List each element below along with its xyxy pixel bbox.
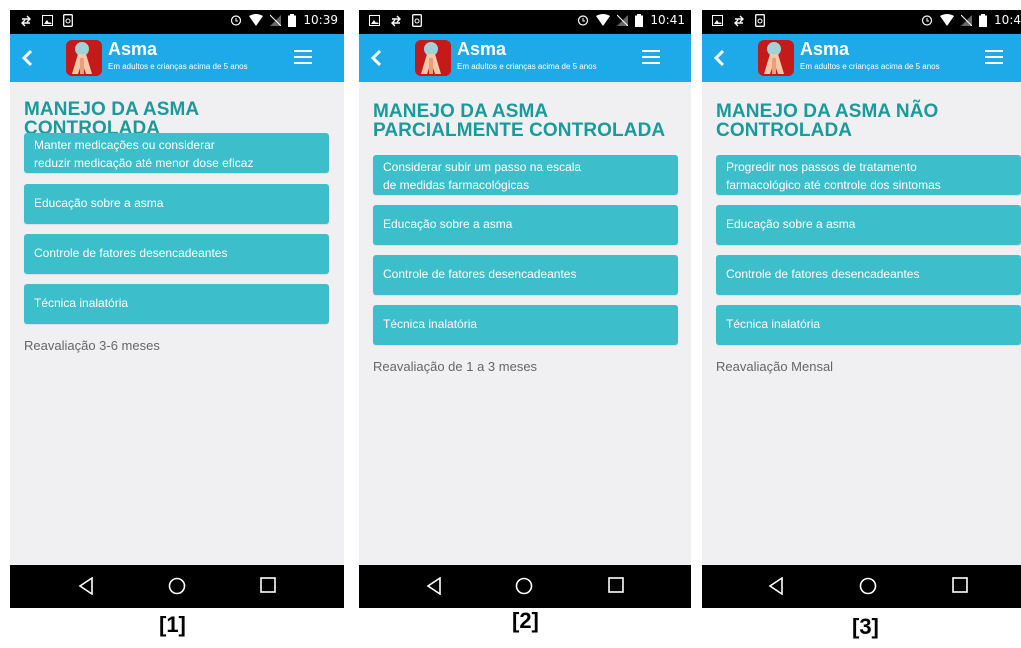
app-logo-icon	[415, 40, 451, 76]
card-text-line: Educação sobre a asma	[726, 217, 856, 231]
card-text-line: Manter medicações ou considerar	[34, 138, 215, 152]
caption-screen-2: [2]	[512, 608, 539, 633]
card-text-line: farmacológico até controle dos sintomas	[726, 178, 941, 192]
navigation-bar	[359, 565, 691, 608]
app-subtitle: Em adultos e crianças acima de 5 anos	[800, 62, 940, 71]
app-logo-icon	[66, 40, 102, 76]
app-title: Asma	[800, 39, 850, 59]
image-icon	[42, 15, 53, 26]
page-title-line: CONTROLADA	[716, 120, 853, 141]
app-bar: Asma Em adultos e crianças acima de 5 an…	[359, 34, 691, 82]
card-text-line: Considerar subir um passo na escala	[383, 160, 582, 174]
card-text-line: de medidas farmacológicas	[383, 178, 530, 192]
home-circle-icon[interactable]	[168, 577, 186, 595]
screen-1: 10:39 Asma Em adultos e crianças acima d…	[10, 10, 344, 608]
battery-icon	[979, 13, 988, 27]
page-title-line: PARCIALMENTE CONTROLADA	[373, 120, 666, 141]
caption-screen-3: [3]	[852, 614, 879, 639]
phone-sync-icon	[755, 14, 765, 27]
wifi-icon	[249, 14, 264, 26]
app-logo-icon	[758, 40, 794, 76]
status-time: 10:39	[303, 13, 338, 27]
menu-icon[interactable]	[985, 50, 1003, 66]
back-arrow-icon[interactable]	[710, 46, 730, 70]
menu-icon[interactable]	[294, 50, 312, 66]
battery-icon	[288, 13, 297, 27]
card-text-line: Técnica inalatória	[383, 317, 478, 331]
card-text-line: Educação sobre a asma	[34, 196, 164, 210]
card-triggers[interactable]: Controle de fatores desencadeantes	[24, 234, 329, 274]
phone-sync-icon	[412, 14, 422, 27]
app-subtitle: Em adultos e crianças acima de 5 anos	[108, 62, 248, 71]
page-title: MANEJO DA ASMA NÃO CONTROLADA	[716, 102, 1016, 140]
card-education[interactable]: Educação sobre a asma	[373, 205, 678, 245]
back-arrow-icon[interactable]	[367, 46, 387, 70]
no-signal-icon	[270, 14, 282, 26]
status-time: 10:4	[994, 13, 1021, 27]
signal-arrows-icon	[21, 15, 31, 26]
card-triggers[interactable]: Controle de fatores desencadeantes	[373, 255, 678, 295]
screen-3: 10:4 Asma Em adultos e crianças acima de…	[702, 10, 1021, 608]
app-title: Asma	[108, 39, 158, 59]
card-text-line: Progredir nos passos de tratamento	[726, 160, 917, 174]
card-inhaler-technique[interactable]: Técnica inalatória	[373, 305, 678, 345]
recents-square-icon[interactable]	[260, 577, 276, 593]
card-text-line: Educação sobre a asma	[383, 217, 513, 231]
alarm-icon	[231, 15, 242, 26]
page-title: MANEJO DA ASMA PARCIALMENTE CONTROLADA	[373, 102, 683, 140]
image-icon	[712, 15, 723, 26]
image-icon	[369, 15, 380, 26]
card-text-line: Controle de fatores desencadeantes	[726, 267, 920, 281]
recents-square-icon[interactable]	[952, 577, 968, 593]
card-education[interactable]: Educação sobre a asma	[716, 205, 1021, 245]
no-signal-icon	[961, 14, 973, 26]
phone-sync-icon	[63, 14, 73, 27]
reevaluation-text: Reavaliação de 1 a 3 meses	[373, 359, 538, 374]
back-triangle-icon[interactable]	[768, 577, 784, 595]
status-bar: 10:41	[359, 10, 691, 34]
card-text-line: Controle de fatores desencadeantes	[383, 267, 577, 281]
card-inhaler-technique[interactable]: Técnica inalatória	[716, 305, 1021, 345]
status-time: 10:41	[650, 13, 685, 27]
menu-icon[interactable]	[642, 50, 660, 66]
alarm-icon	[921, 15, 933, 26]
navigation-bar	[702, 565, 1021, 608]
app-bar: Asma Em adultos e crianças acima de 5 an…	[702, 34, 1021, 82]
card-text-line: reduzir medicação até menor dose eficaz	[34, 156, 254, 170]
navigation-bar	[10, 565, 344, 608]
card-text-line: Controle de fatores desencadeantes	[34, 246, 228, 260]
screen-2: 10:41 Asma Em adultos e crianças acima d…	[359, 10, 691, 608]
battery-icon	[635, 13, 644, 27]
recents-square-icon[interactable]	[608, 577, 624, 593]
page-title-line: MANEJO DA ASMA	[373, 101, 549, 122]
reevaluation-text: Reavaliação 3-6 meses	[24, 338, 160, 353]
card-medication[interactable]: Manter medicações ou considerar reduzir …	[24, 133, 329, 173]
back-arrow-icon[interactable]	[18, 46, 38, 70]
status-bar: 10:4	[702, 10, 1021, 34]
caption-screen-1: [1]	[159, 612, 186, 637]
back-triangle-icon[interactable]	[426, 577, 442, 595]
card-medication[interactable]: Considerar subir um passo na escala de m…	[373, 155, 678, 195]
reevaluation-text: Reavaliação Mensal	[716, 359, 834, 374]
no-signal-icon	[617, 14, 629, 26]
alarm-icon	[578, 15, 589, 26]
card-text-line: Técnica inalatória	[726, 317, 821, 331]
wifi-icon	[596, 14, 611, 26]
app-subtitle: Em adultos e crianças acima de 5 anos	[457, 62, 597, 71]
app-title: Asma	[457, 39, 507, 59]
card-medication[interactable]: Progredir nos passos de tratamento farma…	[716, 155, 1021, 195]
app-bar: Asma Em adultos e crianças acima de 5 an…	[10, 34, 344, 82]
card-inhaler-technique[interactable]: Técnica inalatória	[24, 284, 329, 324]
page-title-line: MANEJO DA ASMA NÃO	[716, 101, 939, 122]
back-triangle-icon[interactable]	[78, 577, 94, 595]
card-education[interactable]: Educação sobre a asma	[24, 184, 329, 224]
status-bar: 10:39	[10, 10, 344, 34]
wifi-icon	[940, 14, 955, 26]
card-text-line: Técnica inalatória	[34, 296, 129, 310]
home-circle-icon[interactable]	[515, 577, 533, 595]
home-circle-icon[interactable]	[859, 577, 877, 595]
signal-arrows-icon	[391, 15, 401, 26]
signal-arrows-icon	[734, 15, 744, 26]
card-triggers[interactable]: Controle de fatores desencadeantes	[716, 255, 1021, 295]
